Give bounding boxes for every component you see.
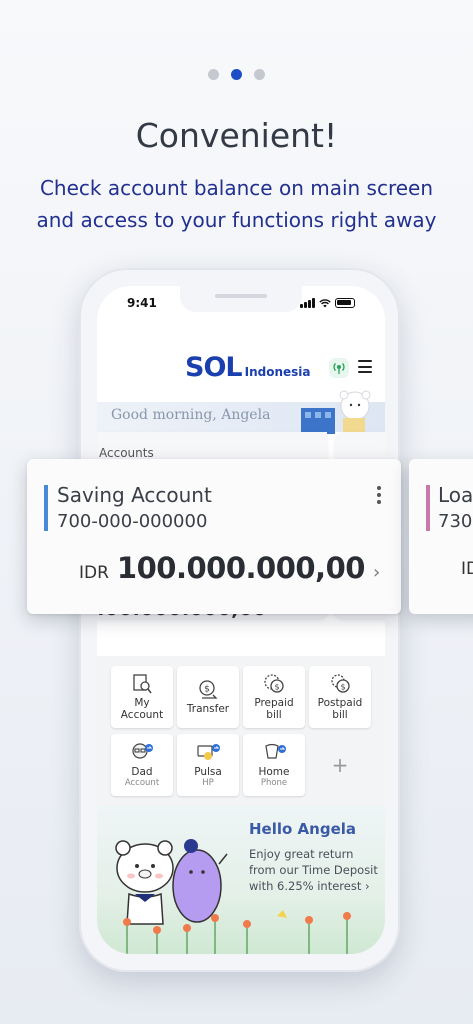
subline-line-2: and access to your functions right away [36, 208, 437, 232]
greeting-band: Good morning, Angela [97, 390, 385, 434]
quick-menu-label: Pulsa [194, 765, 222, 778]
logo-text: SOL [185, 352, 243, 383]
svg-text:$: $ [274, 683, 279, 692]
transfer-icon: $ [199, 680, 218, 699]
hamburger-menu-icon[interactable] [358, 360, 372, 373]
wifi-icon [319, 298, 331, 307]
loan-currency: IDI [461, 559, 473, 579]
dad-avatar-icon [132, 742, 153, 759]
antenna-icon[interactable] [329, 358, 349, 378]
subline: Check account balance on main screen and… [0, 172, 473, 236]
quick-menu-grid: My Account $ Transfer $ Prepaid bill $ P… [111, 666, 371, 796]
loan-accent-bar [426, 485, 430, 531]
quick-menu-sublabel: Phone [260, 777, 288, 788]
greeting-text: Good morning, Angela [111, 407, 271, 423]
quick-menu-label-2: bill [266, 709, 282, 721]
svg-text:$: $ [204, 685, 210, 695]
quick-menu-label-2: bill [332, 709, 348, 721]
quick-menu-panel: My Account $ Transfer $ Prepaid bill $ P… [97, 656, 385, 806]
account-balance-row[interactable]: IDR 100.000.000,00 › [79, 551, 380, 585]
more-options-icon[interactable] [377, 486, 381, 504]
promo-banner[interactable]: Hello Angela Enjoy great return from our… [97, 806, 385, 954]
bear-illustration-icon [301, 390, 371, 434]
quick-menu-label: Transfer [186, 703, 230, 715]
account-balance: 100.000.000,00 [116, 551, 366, 585]
quick-menu-label: Home [258, 765, 290, 778]
search-doc-icon [133, 674, 152, 694]
quick-menu-add[interactable]: + [309, 734, 371, 796]
pager-dots [0, 69, 473, 80]
account-currency: IDR [79, 563, 109, 583]
loan-account-number: 730 [438, 511, 473, 532]
quick-menu-prepaid-bill[interactable]: $ Prepaid bill [243, 666, 305, 728]
under-card-label: Accounts [99, 446, 154, 460]
quick-menu-dad-account[interactable]: Dad Account [111, 734, 173, 796]
saving-account-card[interactable]: Saving Account 700-000-000000 IDR 100.00… [27, 459, 401, 614]
signal-icon [300, 298, 315, 308]
quick-menu-transfer[interactable]: $ Transfer [177, 666, 239, 728]
headline: Convenient! [135, 116, 338, 155]
loan-account-name: Loar [438, 483, 473, 507]
app-logo: SOL Indonesia [185, 352, 311, 383]
home-phone-icon [265, 743, 286, 759]
status-icons [300, 298, 355, 308]
subline-line-1: Check account balance on main screen [39, 176, 434, 200]
battery-icon [335, 298, 355, 308]
quick-menu-label: Postpaid [317, 697, 363, 709]
quick-menu-label-2: Account [120, 709, 164, 721]
flowers-decoration-icon [123, 910, 351, 954]
pager-dot[interactable] [208, 69, 219, 80]
quick-menu-sublabel: Account [124, 777, 160, 788]
loan-account-card[interactable]: Loar 730 IDI [409, 459, 473, 614]
quick-menu-label: My [134, 697, 150, 709]
quick-menu-pulsa[interactable]: Pulsa HP [177, 734, 239, 796]
chevron-right-icon[interactable]: › [373, 562, 380, 583]
quick-menu-sublabel: HP [202, 777, 214, 788]
promo-title: Hello Angela [249, 820, 356, 838]
phone-notch [180, 286, 302, 312]
quick-menu-label: Prepaid [254, 697, 294, 709]
add-icon[interactable]: + [332, 753, 349, 777]
account-accent-bar [44, 485, 48, 531]
quick-menu-my-account[interactable]: My Account [111, 666, 173, 728]
quick-menu-home-phone[interactable]: Home Phone [243, 734, 305, 796]
quick-menu-label: Dad [131, 765, 153, 778]
quick-menu-postpaid-bill[interactable]: $ Postpaid bill [309, 666, 371, 728]
promo-text: Enjoy great return from our Time Deposit… [249, 847, 378, 893]
account-number: 700-000-000000 [57, 511, 208, 532]
status-time: 9:41 [127, 296, 157, 310]
pager-dot-active[interactable] [231, 69, 242, 80]
account-name: Saving Account [57, 483, 212, 507]
pager-dot[interactable] [254, 69, 265, 80]
logo-sub: Indonesia [244, 365, 311, 379]
phone-screen: 9:41 SOL Indonesia Good morning, Angela … [97, 286, 385, 954]
pulsa-card-icon [197, 743, 220, 760]
prepaid-bill-icon: $ [264, 674, 284, 693]
postpaid-bill-icon: $ [331, 674, 350, 693]
svg-text:$: $ [340, 683, 345, 692]
